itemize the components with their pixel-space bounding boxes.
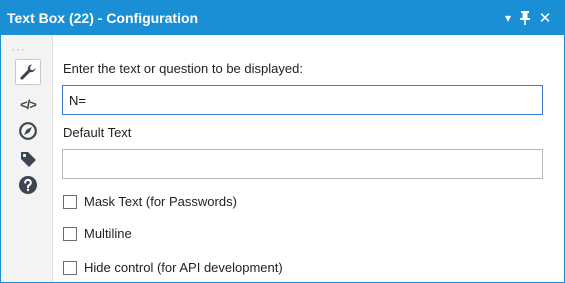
chevron-down-icon: ▾ xyxy=(504,11,512,25)
hide-control-checkbox[interactable] xyxy=(63,260,77,275)
prompt-label: Enter the text or question to be display… xyxy=(63,61,303,76)
compass-icon xyxy=(19,122,37,140)
tag-icon xyxy=(21,152,36,167)
hide-control-checkbox-row[interactable]: Hide control (for API development) xyxy=(63,260,283,275)
close-icon: ✕ xyxy=(538,10,552,27)
wrench-icon xyxy=(20,64,36,80)
panel-title: Text Box (22) - Configuration xyxy=(7,10,199,26)
pin-button[interactable] xyxy=(517,8,533,28)
default-text-input[interactable] xyxy=(62,149,543,179)
code-icon: </> xyxy=(20,96,37,112)
multiline-label: Multiline xyxy=(84,226,132,241)
sidebar-item-annotation[interactable]: </> xyxy=(15,91,41,117)
title-bar: Text Box (22) - Configuration ▾ ✕ xyxy=(1,1,564,35)
mask-text-checkbox[interactable] xyxy=(63,194,77,209)
multiline-checkbox-row[interactable]: Multiline xyxy=(63,226,132,241)
close-button[interactable]: ✕ xyxy=(536,8,554,28)
help-icon xyxy=(19,176,37,194)
tool-sidebar: ··· </> xyxy=(1,35,53,282)
configuration-content: Enter the text or question to be display… xyxy=(53,35,564,282)
default-text-label: Default Text xyxy=(63,125,132,140)
sidebar-item-navigation[interactable] xyxy=(15,118,41,144)
hide-control-label: Hide control (for API development) xyxy=(84,260,283,275)
configuration-panel: Text Box (22) - Configuration ▾ ✕ ··· </… xyxy=(0,0,565,283)
panel-menu-button[interactable]: ▾ xyxy=(501,8,515,28)
mask-text-label: Mask Text (for Passwords) xyxy=(84,194,237,209)
grip-handle[interactable]: ··· xyxy=(11,43,26,55)
sidebar-item-tags[interactable] xyxy=(15,146,41,172)
sidebar-item-configuration[interactable] xyxy=(15,59,41,85)
sidebar-item-help[interactable] xyxy=(15,172,41,198)
pin-icon xyxy=(520,11,530,25)
mask-text-checkbox-row[interactable]: Mask Text (for Passwords) xyxy=(63,194,237,209)
multiline-checkbox[interactable] xyxy=(63,226,77,241)
prompt-text-input[interactable] xyxy=(62,85,543,115)
